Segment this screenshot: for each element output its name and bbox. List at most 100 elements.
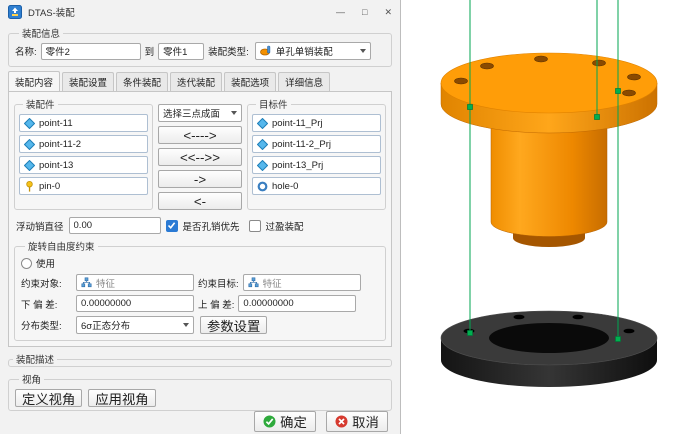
upper-deviation-label: 上 偏 差: [198,297,234,311]
item-label: point-13 [39,160,73,171]
item-label: point-13_Prj [272,160,323,171]
item-label: point-11_Prj [272,118,323,129]
three-point-plane-dropdown[interactable]: 选择三点成面 [158,104,242,122]
floating-pin-diameter-label: 浮动销直径 [16,219,64,233]
move-right-button[interactable]: -> [158,170,242,188]
floating-pin-diameter-input[interactable] [69,217,161,234]
distribution-type-dropdown[interactable]: 6σ正态分布 [76,316,194,334]
target-item-hole-0[interactable]: hole-0 [252,177,381,195]
interference-fit-checkbox[interactable] [249,220,261,232]
item-label: point-11 [39,118,73,129]
three-point-plane-label: 选择三点成面 [163,106,220,120]
rotation-dof-constraint-group: 旋转自由度约束 使用 约束对象: 特征 约束目标: 特征 [14,239,386,341]
apply-view-button[interactable]: 应用视角 [88,389,155,407]
constraint-object-label: 约束对象: [21,276,72,290]
use-label: 使用 [36,256,55,270]
point-icon [257,160,268,171]
assembly-item-pin-0[interactable]: pin-0 [19,177,148,195]
viewport-3d[interactable] [401,0,692,434]
constraint-object-value: 特征 [96,276,115,290]
upper-deviation-input[interactable] [238,295,356,312]
map-both-button[interactable]: <----> [158,126,242,144]
constraint-target-label: 约束目标: [198,276,239,290]
constraint-object-field[interactable]: 特征 [76,274,194,291]
pin-icon [24,181,35,192]
interference-fit-label: 过盈装配 [266,219,304,233]
distribution-type-label: 分布类型: [21,318,72,332]
item-label: point-11-2 [39,139,81,150]
maximize-button[interactable]: □ [362,7,367,17]
assembly-item-point-11[interactable]: point-11 [19,114,148,132]
assembly-type-icon [260,45,272,57]
tab-conditional-assembly[interactable]: 条件装配 [116,72,168,91]
tab-bar: 装配内容 装配设置 条件装配 迭代装配 装配选项 详细信息 [8,72,392,91]
use-radio[interactable] [21,258,32,269]
assembly-type-value: 单孔单销装配 [276,44,333,58]
window-title: DTAS-装配 [28,5,75,19]
dialog-footer: 确定 取消 [0,411,400,434]
assembly-item-point-13[interactable]: point-13 [19,156,148,174]
distribution-type-value: 6σ正态分布 [81,318,130,332]
ok-label: 确定 [280,412,307,431]
name-label: 名称: [15,44,37,58]
tab-assembly-settings[interactable]: 装配设置 [62,72,114,91]
chevron-down-icon [360,49,366,53]
titlebar: DTAS-装配 — □ ✕ [0,0,400,24]
tab-assembly-content[interactable]: 装配内容 [8,71,60,91]
view-angle-group: 视角 定义视角 应用视角 [8,372,392,411]
hole-icon [257,181,268,192]
assembly-items-group: 装配件 point-11 point-11-2 point-13 [14,97,153,210]
part-orange-bushing[interactable] [441,53,657,247]
assembly-item-point-11-2[interactable]: point-11-2 [19,135,148,153]
hole-pin-priority-label: 是否孔销优先 [183,219,240,233]
ok-button[interactable]: 确定 [254,411,316,432]
tab-assembly-options[interactable]: 装配选项 [224,72,276,91]
tab-panel: 装配件 point-11 point-11-2 point-13 [8,91,392,347]
cancel-x-icon [335,415,348,428]
view-angle-legend: 视角 [19,372,44,386]
assembly-info-legend: 装配信息 [19,26,63,40]
assembly-description-group[interactable]: 装配描述 [8,352,392,367]
rotation-dof-legend: 旋转自由度约束 [25,239,98,253]
item-label: point-11-2_Prj [272,139,331,150]
point-icon [24,118,35,129]
tab-detail-info[interactable]: 详细信息 [278,72,330,91]
assembly-description-legend: 装配描述 [13,352,57,366]
feature-icon [81,277,92,288]
lower-deviation-label: 下 偏 差: [21,297,72,311]
point-icon [24,160,35,171]
tab-iterative-assembly[interactable]: 迭代装配 [170,72,222,91]
assembly-info-group: 装配信息 名称: 到 装配类型: 单孔单销装配 [8,26,392,67]
source-part-input[interactable] [41,43,141,60]
cancel-button[interactable]: 取消 [326,411,388,432]
parameter-settings-button[interactable]: 参数设置 [200,316,267,334]
minimize-button[interactable]: — [336,7,345,17]
target-item-point-13-prj[interactable]: point-13_Prj [252,156,381,174]
pin-options-row: 浮动销直径 是否孔销优先 过盈装配 [16,217,384,234]
target-part-input[interactable] [158,43,204,60]
constraint-target-value: 特征 [263,276,282,290]
ok-check-icon [263,415,276,428]
to-label: 到 [145,44,155,58]
assembly-type-dropdown[interactable]: 单孔单销装配 [255,42,371,60]
chevron-down-icon [231,111,237,115]
close-button[interactable]: ✕ [384,7,392,18]
mapping-controls: 选择三点成面 <----> <<-->> -> <- [158,97,242,210]
map-all-button[interactable]: <<-->> [158,148,242,166]
point-icon [257,118,268,129]
assembly-items-legend: 装配件 [23,97,58,111]
point-icon [24,139,35,150]
target-items-legend: 目标件 [256,97,291,111]
target-item-point-11-prj[interactable]: point-11_Prj [252,114,381,132]
item-label: pin-0 [39,181,60,192]
lower-deviation-input[interactable] [76,295,194,312]
target-item-point-11-2-prj[interactable]: point-11-2_Prj [252,135,381,153]
constraint-target-field[interactable]: 特征 [243,274,361,291]
cancel-label: 取消 [352,412,379,431]
define-view-button[interactable]: 定义视角 [15,389,82,407]
app-window: × DTAS-装配 — □ ✕ 装配信息 名称: 到 装配类型: [0,0,692,434]
move-left-button[interactable]: <- [158,192,242,210]
part-black-ring[interactable] [441,311,657,387]
hole-pin-priority-checkbox[interactable] [166,220,178,232]
feature-icon [248,277,259,288]
